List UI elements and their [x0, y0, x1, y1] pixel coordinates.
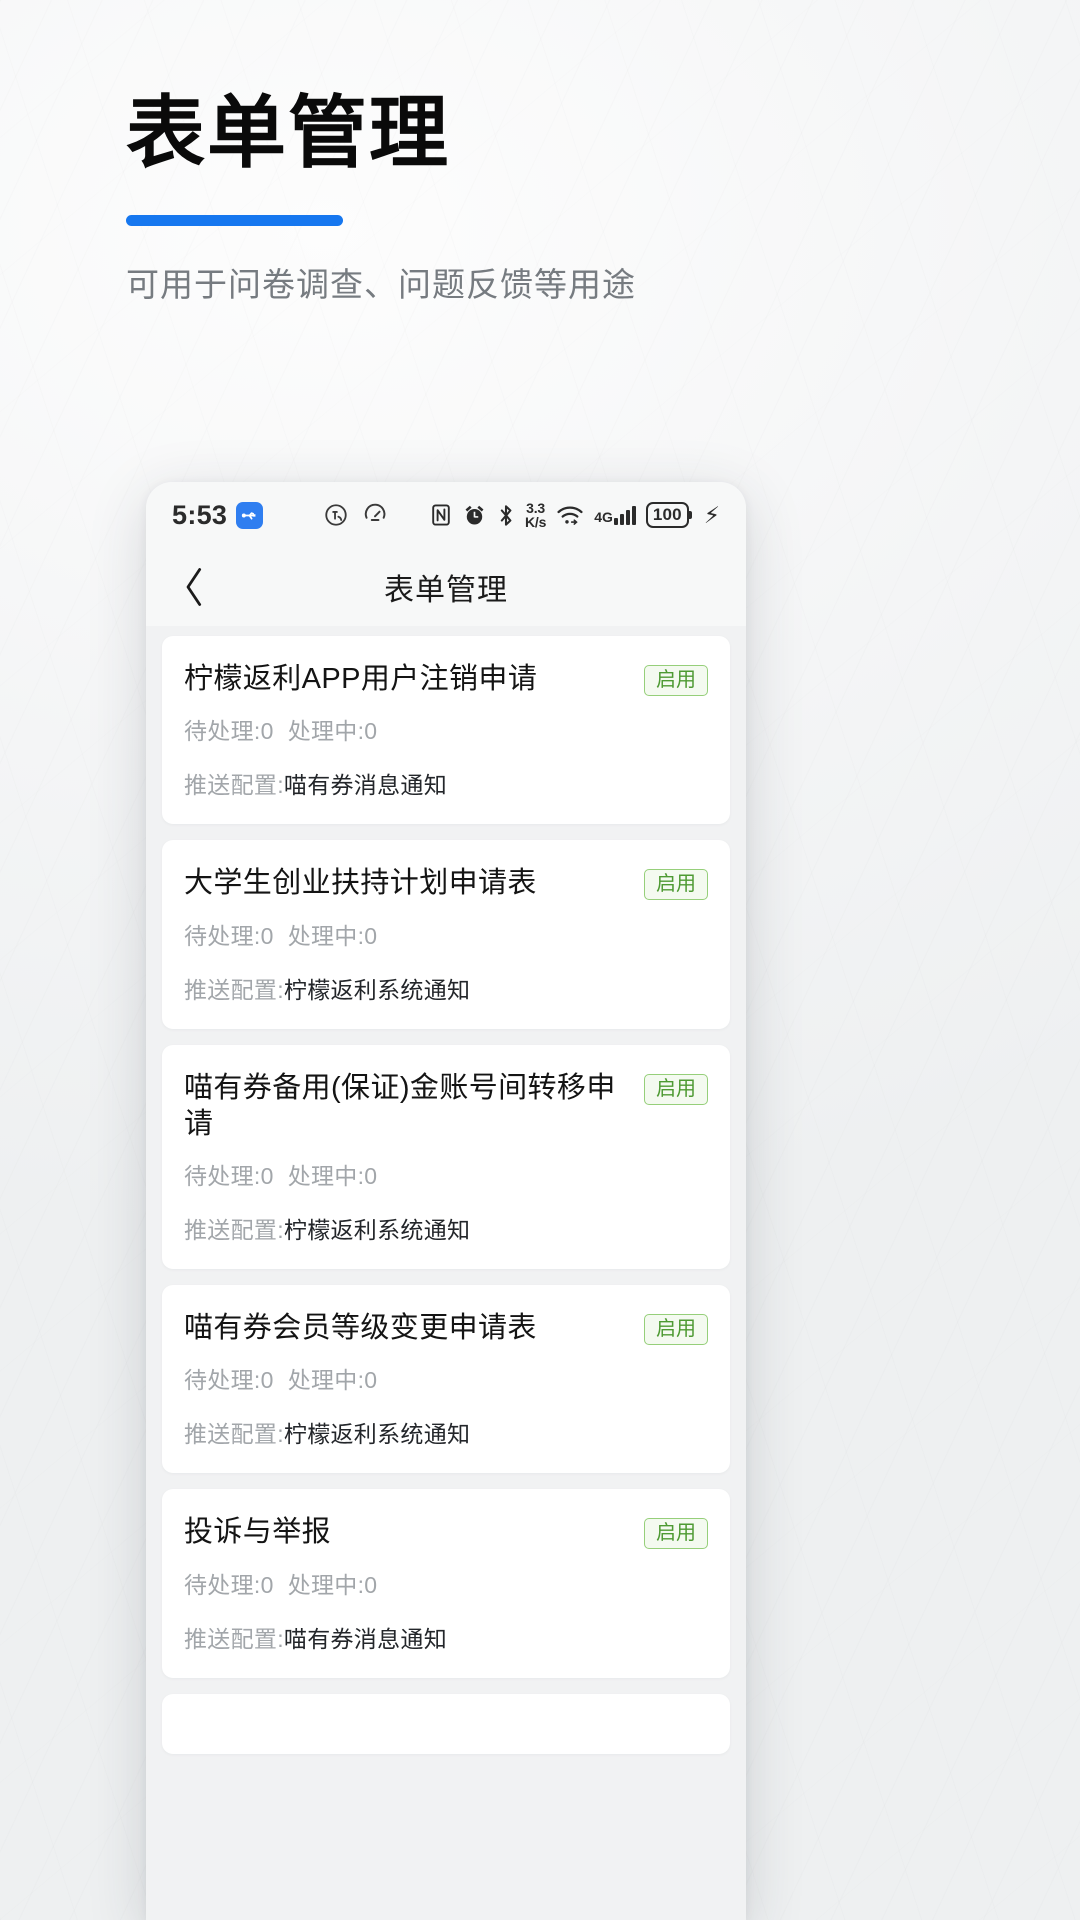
processing-value: 0 [364, 718, 378, 745]
network-speed-value: 3.3 [526, 499, 546, 516]
status-badge: 启用 [644, 1073, 708, 1105]
status-bar-middle [323, 502, 430, 528]
form-title: 大学生创业扶持计划申请表 [184, 867, 537, 900]
card-header: 喵有券备用(保证)金账号间转移申请 启用 [184, 1070, 708, 1143]
pending-value: 0 [260, 1367, 274, 1394]
alarm-clock-icon [462, 503, 487, 528]
signal-bars-icon: 4G [594, 505, 636, 525]
alarm-volume-icon [323, 502, 349, 528]
page-title: 表单管理 [126, 87, 450, 179]
push-config-value: 柠檬返利系统通知 [283, 1217, 471, 1243]
pending-label: 待处理: [184, 1163, 261, 1189]
pending-value: 0 [260, 922, 274, 949]
status-badge: 启用 [644, 1518, 708, 1550]
form-push-config: 推送配置:柠檬返利系统通知 [184, 1415, 708, 1449]
pending-label: 待处理: [184, 718, 261, 745]
list-item[interactable]: 大学生创业扶持计划申请表 启用 待处理:0 处理中:0 推送配置:柠檬返利系统通知 [162, 840, 730, 1029]
accent-divider [126, 214, 343, 226]
card-header: 大学生创业扶持计划申请表 启用 [184, 865, 708, 901]
status-bar: 5:53 3.3 K/s 4G 100 ⚡ [146, 482, 746, 548]
nfc-icon [430, 503, 452, 527]
push-config-value: 柠檬返利系统通知 [283, 1421, 471, 1448]
card-header: 喵有券会员等级变更申请表 启用 [184, 1310, 708, 1346]
network-type-label: 4G [594, 508, 613, 525]
pending-label: 待处理: [184, 1571, 261, 1598]
status-bar-left: 5:53 [172, 499, 264, 531]
processing-label: 处理中: [287, 718, 365, 745]
push-config-label: 推送配置: [184, 1217, 284, 1243]
status-time: 5:53 [172, 499, 228, 530]
push-config-label: 推送配置: [184, 1421, 284, 1448]
back-button[interactable] [172, 564, 218, 610]
chevron-left-icon [186, 568, 202, 606]
pending-label: 待处理: [184, 1367, 261, 1394]
form-title: 喵有券会员等级变更申请表 [184, 1312, 537, 1344]
lightning-bolt-icon: ⚡ [703, 501, 720, 528]
form-counts: 待处理:0 处理中:0 [184, 917, 708, 951]
list-item[interactable]: 喵有券备用(保证)金账号间转移申请 启用 待处理:0 处理中:0 推送配置:柠檬返… [162, 1044, 730, 1269]
processing-value: 0 [364, 1163, 378, 1189]
page-subtitle: 可用于问卷调查、问题反馈等用途 [126, 265, 636, 303]
card-header: 投诉与举报 启用 [184, 1514, 708, 1550]
form-title: 投诉与举报 [184, 1516, 332, 1549]
status-badge: 启用 [644, 1314, 708, 1345]
processing-label: 处理中: [287, 922, 365, 949]
form-counts: 待处理:0 处理中:0 [184, 1361, 708, 1395]
processing-value: 0 [364, 1367, 378, 1394]
form-push-config: 推送配置:柠檬返利系统通知 [184, 1211, 708, 1245]
form-push-config: 推送配置:柠檬返利系统通知 [184, 971, 708, 1005]
form-list[interactable]: 柠檬返利APP用户注销申请 启用 待处理:0 处理中:0 推送配置:喵有券消息通知… [146, 626, 746, 1920]
nav-title: 表单管理 [384, 574, 508, 607]
push-config-value: 柠檬返利系统通知 [283, 976, 471, 1003]
card-header: 柠檬返利APP用户注销申请 启用 [184, 661, 708, 697]
bluetooth-icon [497, 503, 515, 528]
speedometer-icon [362, 502, 388, 528]
phone-mockup: 5:53 3.3 K/s 4G 100 ⚡ 表单管理 柠檬返利APP用户注销申请… [146, 482, 746, 1920]
battery-indicator: 100 [645, 502, 689, 528]
pending-value: 0 [260, 1163, 274, 1189]
push-config-value: 喵有券消息通知 [283, 772, 447, 799]
status-badge: 启用 [644, 665, 708, 696]
form-title: 柠檬返利APP用户注销申请 [184, 663, 538, 695]
push-config-label: 推送配置: [184, 772, 284, 799]
pending-label: 待处理: [184, 922, 261, 949]
network-speed-unit: K/s [525, 514, 547, 530]
form-push-config: 推送配置:喵有券消息通知 [184, 766, 708, 800]
list-item[interactable] [162, 1693, 730, 1754]
status-badge: 启用 [644, 869, 708, 901]
processing-value: 0 [364, 922, 378, 949]
push-config-label: 推送配置: [184, 1625, 284, 1652]
processing-label: 处理中: [287, 1163, 365, 1189]
status-bar-right: 3.3 K/s 4G 100 ⚡ [430, 499, 720, 530]
pending-value: 0 [260, 1571, 274, 1598]
processing-label: 处理中: [287, 1571, 365, 1598]
nav-bar: 表单管理 [146, 548, 746, 626]
network-speed-indicator: 3.3 K/s [525, 499, 547, 530]
form-counts: 待处理:0 处理中:0 [184, 712, 708, 746]
form-counts: 待处理:0 处理中:0 [184, 1566, 708, 1600]
wifi-icon [556, 503, 584, 527]
poster-header: 表单管理 可用于问卷调查、问题反馈等用途 [126, 87, 986, 308]
push-config-value: 喵有券消息通知 [283, 1625, 447, 1652]
form-push-config: 推送配置:喵有券消息通知 [184, 1620, 708, 1654]
list-item[interactable]: 柠檬返利APP用户注销申请 启用 待处理:0 处理中:0 推送配置:喵有券消息通知 [162, 636, 730, 825]
processing-label: 处理中: [287, 1367, 365, 1394]
list-item[interactable]: 喵有券会员等级变更申请表 启用 待处理:0 处理中:0 推送配置:柠檬返利系统通知 [162, 1285, 730, 1474]
push-config-label: 推送配置: [184, 976, 284, 1003]
form-counts: 待处理:0 处理中:0 [184, 1157, 708, 1191]
list-item[interactable]: 投诉与举报 启用 待处理:0 处理中:0 推送配置:喵有券消息通知 [162, 1489, 730, 1678]
processing-value: 0 [364, 1571, 378, 1598]
pending-value: 0 [260, 718, 274, 745]
form-title: 喵有券备用(保证)金账号间转移申请 [184, 1071, 616, 1140]
usb-icon [236, 501, 264, 529]
